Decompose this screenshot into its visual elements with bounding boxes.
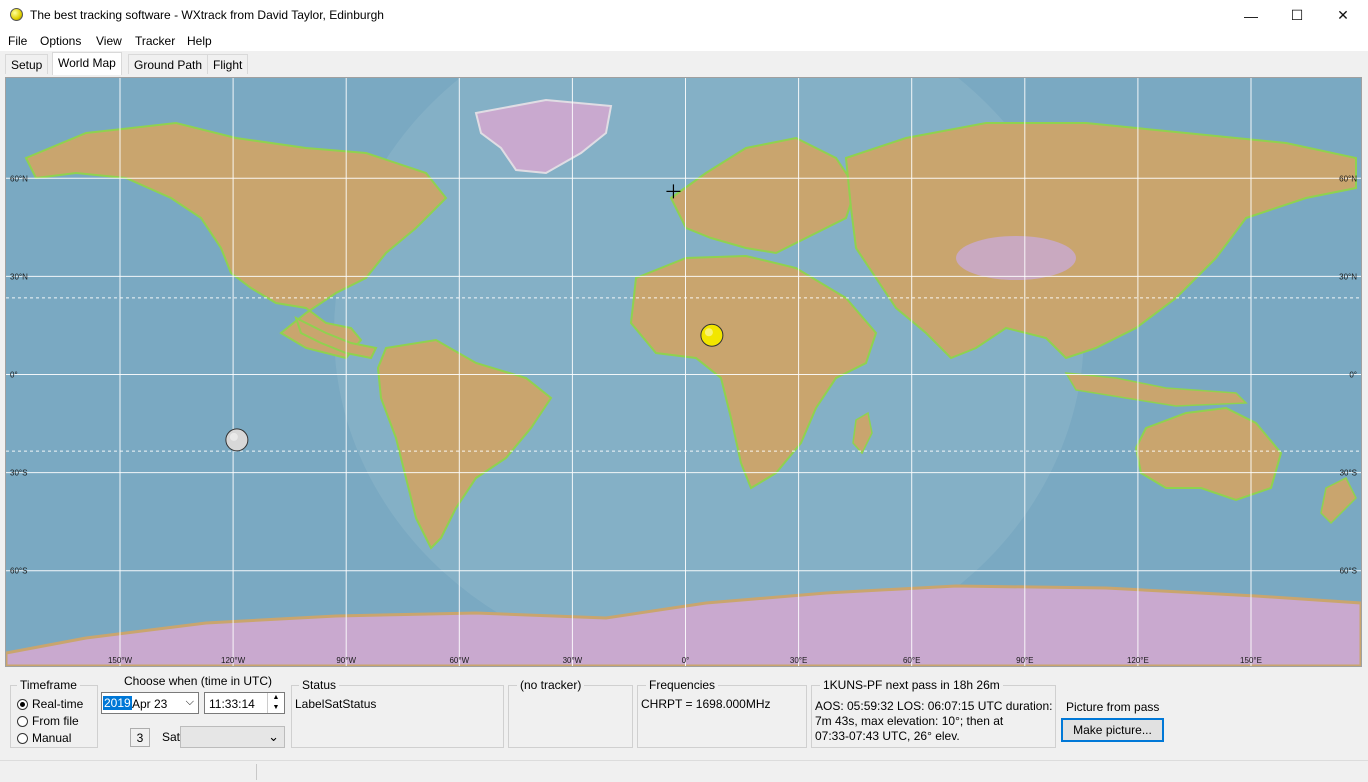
tab-strip: Setup World Map Ground Path Flight: [0, 52, 1368, 75]
longitude-label: 150°W: [108, 656, 133, 665]
radio-label-real-time: Real-time: [32, 697, 84, 711]
satellite-count: 3: [130, 728, 150, 747]
longitude-label: 120°E: [1127, 656, 1149, 665]
radio-dot-real-time[interactable]: [17, 698, 28, 710]
timeframe-title: Timeframe: [17, 678, 80, 692]
radio-manual[interactable]: Manual: [17, 731, 71, 745]
latitude-label-right: 30°N: [1339, 272, 1357, 281]
title-bar: The best tracking software - WXtrack fro…: [0, 0, 1368, 31]
satellite-select[interactable]: ⌄: [180, 726, 285, 748]
chevron-down-icon[interactable]: ⌄: [268, 729, 279, 745]
menu-options[interactable]: Options: [40, 34, 81, 48]
longitude-label: 60°W: [449, 656, 469, 665]
date-year[interactable]: 2019: [103, 696, 132, 710]
status-bar-separator: [256, 764, 257, 780]
date-picker[interactable]: 2019 Apr 23 ⌵: [101, 692, 199, 714]
tab-flight[interactable]: Flight: [207, 54, 249, 74]
next-pass-line1: AOS: 05:59:32 LOS: 06:07:15 UTC duration…: [815, 699, 1053, 713]
world-map[interactable]: 60°N 30°N 0° 30°S 60°S 60°N 30°N 0° 30°S 60°S 15…: [5, 77, 1362, 667]
next-pass-title: 1KUNS-PF next pass in 18h 26m: [820, 678, 1003, 692]
tibet-plateau: [956, 236, 1076, 280]
menu-file[interactable]: File: [8, 34, 27, 48]
radio-label-manual: Manual: [32, 731, 72, 745]
time-picker[interactable]: 11:33:14 ▲ ▼: [204, 692, 285, 714]
longitude-label: 30°W: [563, 656, 583, 665]
date-month-day[interactable]: Apr 23: [132, 697, 167, 711]
longitude-label: 0°: [682, 656, 690, 665]
latitude-label-right: 0°: [1349, 371, 1357, 380]
longitude-label: 60°E: [903, 656, 920, 665]
latitude-label-right: 60°S: [1340, 567, 1357, 576]
timeframe-group: Timeframe Real-time From file Manual: [10, 678, 98, 748]
latitude-label-left: 0°: [10, 371, 18, 380]
status-bar: [0, 760, 1368, 782]
latitude-label-left: 30°N: [10, 272, 28, 281]
tab-ground-path[interactable]: Ground Path: [128, 54, 209, 74]
frequencies-group: Frequencies CHRPT = 1698.000MHz: [637, 678, 807, 748]
make-picture-button[interactable]: Make picture...: [1061, 718, 1164, 742]
moon-highlight: [229, 432, 238, 441]
longitude-label: 30°E: [790, 656, 807, 665]
chevron-down-icon[interactable]: ⌵: [186, 696, 194, 709]
maximize-button[interactable]: ☐: [1274, 0, 1320, 31]
menu-tracker[interactable]: Tracker: [135, 34, 175, 48]
longitude-label: 150°E: [1240, 656, 1262, 665]
frequencies-text: CHRPT = 1698.000MHz: [641, 697, 771, 711]
frequencies-title: Frequencies: [646, 678, 719, 692]
status-group: Status LabelSatStatus: [291, 678, 504, 748]
time-value[interactable]: 11:33:14: [209, 697, 255, 711]
sun-highlight: [704, 328, 713, 337]
close-button[interactable]: ✕: [1320, 0, 1366, 31]
menu-bar: File Options View Tracker Help: [0, 31, 1368, 51]
status-title: Status: [299, 678, 340, 692]
next-pass-line3: 07:33-07:43 UTC, 26° elev.: [815, 729, 960, 743]
world-map-canvas[interactable]: 60°N 30°N 0° 30°S 60°S 60°N 30°N 0° 30°S 60°S 15…: [6, 78, 1361, 666]
status-text: LabelSatStatus: [295, 697, 377, 711]
spin-down-icon[interactable]: ▼: [268, 703, 284, 713]
next-pass-group: 1KUNS-PF next pass in 18h 26m AOS: 05:59…: [811, 678, 1056, 748]
longitude-label: 90°E: [1016, 656, 1033, 665]
menu-view[interactable]: View: [96, 34, 122, 48]
time-spinner[interactable]: ▲ ▼: [267, 693, 284, 713]
spin-up-icon[interactable]: ▲: [268, 693, 284, 703]
minimize-button[interactable]: —: [1228, 0, 1274, 31]
latitude-label-right: 60°N: [1339, 174, 1357, 183]
choose-when-label: Choose when (time in UTC): [124, 674, 273, 688]
tracker-title: (no tracker): [517, 678, 585, 692]
longitude-label: 120°W: [221, 656, 246, 665]
radio-dot-from-file[interactable]: [17, 715, 28, 727]
latitude-label-right: 30°S: [1340, 469, 1357, 478]
radio-real-time[interactable]: Real-time: [17, 697, 83, 711]
tab-world-map[interactable]: World Map: [52, 52, 122, 75]
radio-label-from-file: From file: [32, 714, 79, 728]
sat-label: Sat: [162, 730, 181, 744]
radio-dot-manual[interactable]: [17, 732, 28, 744]
tracker-group: (no tracker): [508, 678, 633, 748]
sun-icon: [700, 323, 724, 347]
moon-icon: [225, 428, 249, 452]
app-icon: [10, 8, 23, 21]
radio-from-file[interactable]: From file: [17, 714, 79, 728]
longitude-label: 90°W: [336, 656, 356, 665]
latitude-label-left: 60°N: [10, 174, 28, 183]
latitude-label-left: 30°S: [10, 469, 27, 478]
tab-setup[interactable]: Setup: [5, 54, 49, 74]
latitude-label-left: 60°S: [10, 567, 27, 576]
next-pass-line2: 7m 43s, max elevation: 10°; then at: [815, 714, 1004, 728]
window-title: The best tracking software - WXtrack fro…: [30, 8, 384, 22]
menu-help[interactable]: Help: [187, 34, 212, 48]
picture-from-pass-label: Picture from pass: [1066, 700, 1160, 714]
